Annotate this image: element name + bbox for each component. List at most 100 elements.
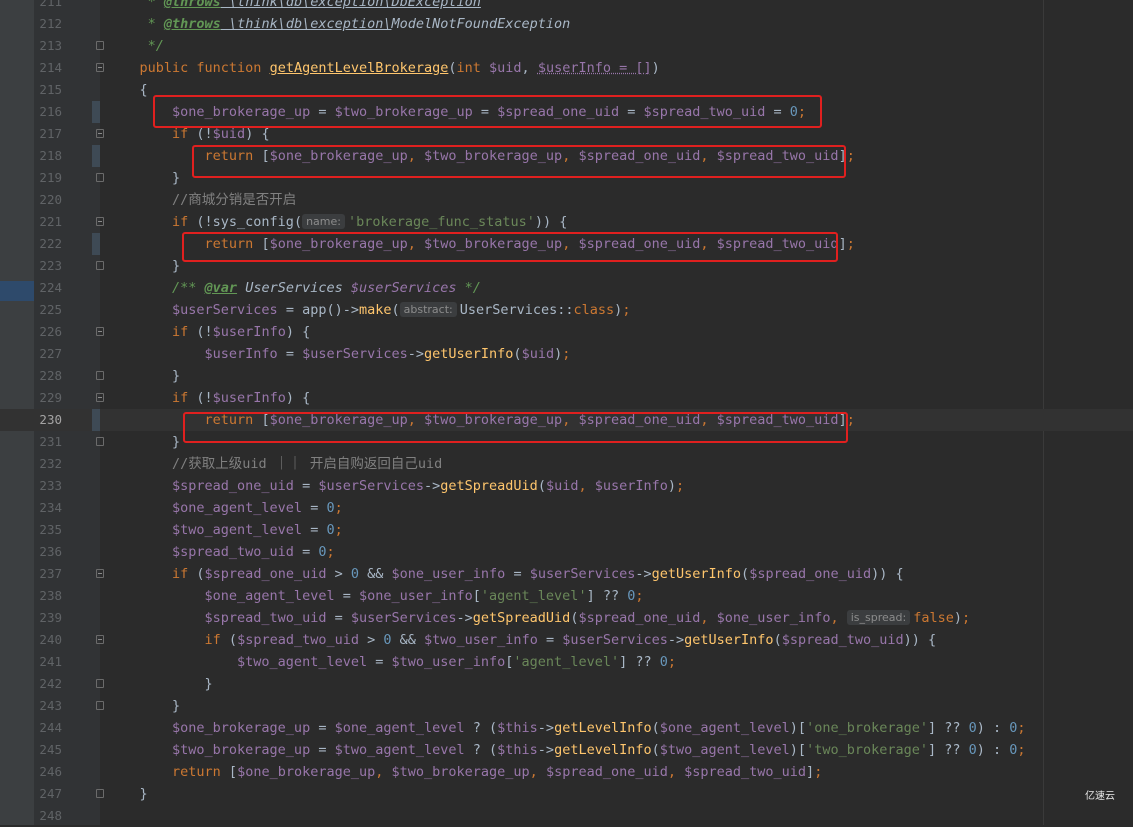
- code-text: }: [107, 695, 180, 717]
- fold-icon[interactable]: [96, 635, 104, 644]
- fold-icon[interactable]: [96, 173, 104, 182]
- fold-icon[interactable]: [96, 569, 104, 578]
- fold-icon[interactable]: [96, 679, 104, 688]
- code-token: )[: [789, 742, 807, 758]
- code-line[interactable]: 245 $two_brokerage_up = $two_agent_level…: [0, 739, 1133, 761]
- code-token: 'agent_level': [513, 654, 620, 670]
- code-token: UserServices: [237, 280, 351, 296]
- code-token: =: [505, 566, 530, 582]
- fold-icon[interactable]: [96, 63, 104, 72]
- code-token: $two_agent_level: [107, 654, 368, 670]
- code-line[interactable]: 221 if (!sys_config(name:'brokerage_func…: [0, 211, 1133, 233]
- code-token: 'two_brokerage': [806, 742, 928, 758]
- line-number: 234: [39, 500, 62, 515]
- code-token: [: [228, 764, 238, 780]
- code-line[interactable]: 214 public function getAgentLevelBrokera…: [0, 57, 1133, 79]
- code-text: * @throws \think\db\exception\ModelNotFo…: [107, 13, 571, 35]
- code-token: 0: [968, 742, 977, 758]
- highlight-box-line-230: [183, 412, 848, 443]
- code-token: =: [537, 632, 563, 648]
- code-token: $one_agent_level: [107, 500, 303, 516]
- code-line[interactable]: 236 $spread_two_uid = 0;: [0, 541, 1133, 563]
- code-token: 0: [659, 654, 668, 670]
- code-text: if (!$userInfo) {: [107, 387, 310, 409]
- code-token: $two_user_info: [391, 654, 506, 670]
- line-number: 224: [39, 280, 62, 295]
- code-line[interactable]: 211 * @throws \think\db\exception\DbExce…: [0, 0, 1133, 13]
- code-text: $two_agent_level = 0;: [107, 519, 343, 541]
- code-text: }: [107, 783, 148, 805]
- fold-icon[interactable]: [96, 437, 104, 446]
- code-line[interactable]: 240 if ($spread_two_uid > 0 && $two_user…: [0, 629, 1133, 651]
- code-token: 0: [326, 522, 335, 538]
- code-line[interactable]: 243 }: [0, 695, 1133, 717]
- code-text: }: [107, 365, 180, 387]
- code-token: getAgentLevelBrokerage: [269, 60, 449, 76]
- line-number: 217: [39, 126, 62, 141]
- parameter-hint: abstract:: [399, 302, 457, 317]
- fold-icon[interactable]: [96, 393, 104, 402]
- code-token: ] ??: [586, 588, 628, 604]
- code-line[interactable]: 241 $two_agent_level = $two_user_info['a…: [0, 651, 1133, 673]
- code-token: (!: [196, 390, 213, 406]
- code-line[interactable]: 238 $one_agent_level = $one_user_info['a…: [0, 585, 1133, 607]
- fold-icon[interactable]: [96, 41, 104, 50]
- code-token: ;: [326, 544, 335, 560]
- code-line[interactable]: 246 return [$one_brokerage_up, $two_brok…: [0, 761, 1133, 783]
- fold-icon[interactable]: [96, 701, 104, 710]
- fold-icon[interactable]: [96, 371, 104, 380]
- code-token: ;: [622, 302, 631, 318]
- code-token: (: [741, 566, 750, 582]
- code-line[interactable]: 237 if ($spread_one_uid > 0 && $one_user…: [0, 563, 1133, 585]
- code-text: if ($spread_two_uid > 0 && $two_user_inf…: [107, 629, 937, 651]
- code-token: $one_brokerage_up: [107, 720, 311, 736]
- code-token: (: [196, 566, 205, 582]
- code-line[interactable]: 242 }: [0, 673, 1133, 695]
- code-line[interactable]: 248: [0, 805, 1133, 827]
- code-token: $one_user_info: [358, 588, 473, 604]
- code-token: }: [107, 258, 181, 274]
- code-line[interactable]: 226 if (!$userInfo) {: [0, 321, 1133, 343]
- fold-icon[interactable]: [96, 261, 104, 270]
- fold-icon[interactable]: [96, 327, 104, 336]
- code-line[interactable]: 228 }: [0, 365, 1133, 387]
- code-token: ->: [407, 346, 425, 362]
- code-line[interactable]: 212 * @throws \think\db\exception\ModelN…: [0, 13, 1133, 35]
- code-token: }: [107, 786, 148, 802]
- line-number: 232: [39, 456, 62, 471]
- line-number: 226: [39, 324, 62, 339]
- code-token: @throws: [163, 0, 221, 10]
- code-line[interactable]: 244 $one_brokerage_up = $one_agent_level…: [0, 717, 1133, 739]
- code-editor[interactable]: 211 * @throws \think\db\exception\DbExce…: [0, 0, 1133, 825]
- code-line[interactable]: 224 /** @var UserServices $userServices …: [0, 277, 1133, 299]
- code-token: ;: [635, 588, 644, 604]
- fold-icon[interactable]: [96, 129, 104, 138]
- code-text: //商城分销是否开启: [107, 189, 296, 211]
- line-number: 246: [39, 764, 62, 779]
- code-line[interactable]: 234 $one_agent_level = 0;: [0, 497, 1133, 519]
- fold-icon[interactable]: [96, 217, 104, 226]
- code-token: 0: [968, 720, 977, 736]
- code-line[interactable]: 233 $spread_one_uid = $userServices->get…: [0, 475, 1133, 497]
- code-line[interactable]: 239 $spread_two_uid = $userServices->get…: [0, 607, 1133, 629]
- code-line[interactable]: 232 //获取上级uid ｜｜ 开启自购返回自己uid: [0, 453, 1133, 475]
- code-text: * @throws \think\db\exception\DbExceptio…: [107, 0, 481, 13]
- line-number: 212: [39, 16, 62, 31]
- code-line[interactable]: 235 $two_agent_level = 0;: [0, 519, 1133, 541]
- code-line[interactable]: 227 $userInfo = $userServices->getUserIn…: [0, 343, 1133, 365]
- code-token: 0: [326, 500, 335, 516]
- code-line[interactable]: 220 //商城分销是否开启: [0, 189, 1133, 211]
- code-token: ) :: [976, 720, 1010, 736]
- code-token: ] ??: [619, 654, 660, 670]
- code-token: =: [367, 654, 392, 670]
- code-token: $userServices: [562, 632, 668, 648]
- code-line[interactable]: 213 */: [0, 35, 1133, 57]
- code-line[interactable]: 247 }: [0, 783, 1133, 805]
- code-token: $spread_two_uid: [107, 544, 294, 560]
- code-line[interactable]: 229 if (!$userInfo) {: [0, 387, 1133, 409]
- line-number: 227: [39, 346, 62, 361]
- fold-icon[interactable]: [96, 789, 104, 798]
- code-token: {: [107, 82, 148, 98]
- code-line[interactable]: 225 $userServices = app()->make(abstract…: [0, 299, 1133, 321]
- code-token: >: [326, 566, 351, 582]
